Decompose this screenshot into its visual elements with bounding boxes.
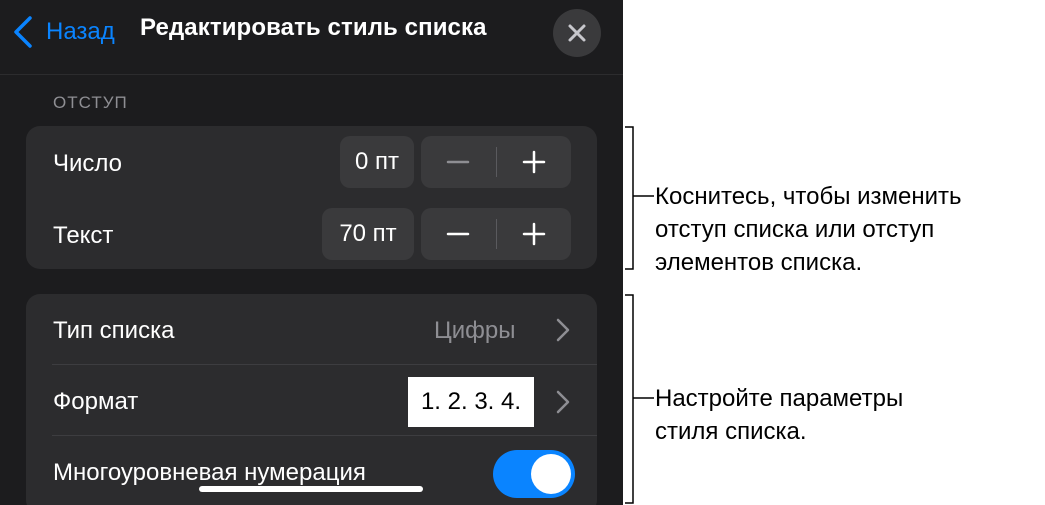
list-style-group: Тип списка Цифры Формат 1. 2. 3. 4. Мног… bbox=[26, 294, 597, 505]
chevron-left-icon bbox=[14, 16, 32, 48]
number-indent-decrease-button[interactable] bbox=[421, 136, 496, 188]
plus-icon bbox=[522, 222, 545, 246]
close-icon bbox=[568, 24, 586, 42]
toggle-knob bbox=[531, 454, 571, 494]
multilevel-numbering-toggle[interactable] bbox=[493, 450, 575, 498]
list-type-label: Тип списка bbox=[53, 317, 175, 344]
list-type-row[interactable]: Тип списка Цифры bbox=[26, 294, 597, 364]
number-indent-label: Число bbox=[53, 150, 123, 177]
text-indent-decrease-button[interactable] bbox=[421, 208, 496, 260]
plus-icon bbox=[522, 150, 545, 174]
format-label: Формат bbox=[53, 388, 139, 415]
callout-bracket-indent bbox=[625, 126, 636, 270]
text-indent-label: Текст bbox=[53, 222, 114, 249]
callout-leader-style bbox=[636, 397, 654, 399]
panel-title: Редактировать стиль списка bbox=[140, 14, 487, 41]
row-divider bbox=[52, 435, 597, 436]
home-indicator bbox=[199, 486, 423, 492]
number-indent-stepper bbox=[421, 136, 571, 188]
indent-section-label: ОТСТУП bbox=[53, 93, 128, 112]
callout-leader-indent bbox=[636, 195, 654, 197]
minus-icon bbox=[447, 160, 470, 164]
callout-style: Настройте параметры стиля списка. bbox=[655, 382, 903, 448]
callout-indent: Коснитесь, чтобы изменить отступ списка … bbox=[655, 180, 962, 279]
format-value: 1. 2. 3. 4. bbox=[408, 377, 534, 427]
callout-style-line: Настройте параметры bbox=[655, 385, 904, 412]
chevron-right-icon bbox=[556, 318, 570, 342]
multilevel-numbering-label: Многоуровневая нумерация bbox=[53, 459, 366, 486]
callout-bracket-style bbox=[625, 294, 636, 504]
text-indent-value: 70 пт bbox=[322, 208, 414, 260]
callout-indent-line: элементов списка. bbox=[655, 249, 863, 276]
edit-list-style-panel: Назад Редактировать стиль списка ОТСТУП … bbox=[0, 0, 623, 505]
close-button[interactable] bbox=[553, 9, 601, 57]
number-indent-increase-button[interactable] bbox=[497, 136, 572, 188]
list-type-value: Цифры bbox=[434, 317, 516, 344]
callout-style-line: стиля списка. bbox=[655, 418, 807, 445]
chevron-right-icon bbox=[556, 390, 570, 414]
minus-icon bbox=[447, 232, 470, 236]
back-label: Назад bbox=[46, 18, 115, 45]
indent-group: Число 0 пт Текст 70 пт bbox=[26, 126, 597, 269]
callout-indent-line: Коснитесь, чтобы изменить bbox=[655, 183, 962, 210]
text-indent-increase-button[interactable] bbox=[497, 208, 572, 260]
panel-header: Назад Редактировать стиль списка bbox=[0, 0, 623, 74]
callout-indent-line: отступ списка или отступ bbox=[655, 216, 935, 243]
back-button[interactable]: Назад bbox=[12, 12, 115, 52]
header-divider bbox=[0, 74, 623, 75]
text-indent-stepper bbox=[421, 208, 571, 260]
number-indent-value: 0 пт bbox=[340, 136, 414, 188]
